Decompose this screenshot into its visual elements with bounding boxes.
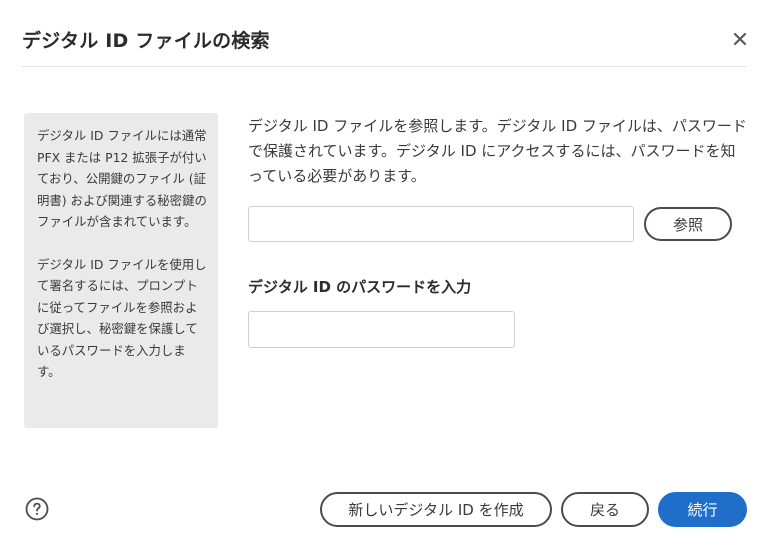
close-button[interactable] (726, 25, 754, 53)
create-new-digital-id-button[interactable]: 新しいデジタル ID を作成 (320, 492, 552, 527)
password-label: デジタル ID のパスワードを入力 (248, 278, 472, 296)
browse-button[interactable]: 参照 (644, 207, 732, 241)
header-divider (22, 66, 746, 67)
close-icon (733, 32, 747, 46)
description-text: デジタル ID ファイルを参照します。デジタル ID ファイルは、パスワードで保… (248, 117, 747, 185)
password-input[interactable] (248, 311, 515, 348)
file-path-input[interactable] (248, 206, 634, 242)
dialog-title: デジタル ID ファイルの検索 (22, 30, 270, 52)
continue-button[interactable]: 続行 (658, 492, 747, 527)
find-digital-id-dialog: デジタル ID ファイルの検索 デジタル ID ファイルには通常 PFX または… (0, 0, 768, 552)
help-icon (25, 497, 49, 521)
help-button[interactable] (25, 497, 49, 521)
back-button[interactable]: 戻る (561, 492, 649, 527)
info-panel: デジタル ID ファイルには通常 PFX または P12 拡張子が付いており、公… (24, 113, 218, 428)
info-paragraph-2: デジタル ID ファイルを使用して署名するには、プロンプトに従ってファイルを参照… (37, 256, 207, 380)
info-paragraph-1: デジタル ID ファイルには通常 PFX または P12 拡張子が付いており、公… (37, 128, 207, 229)
